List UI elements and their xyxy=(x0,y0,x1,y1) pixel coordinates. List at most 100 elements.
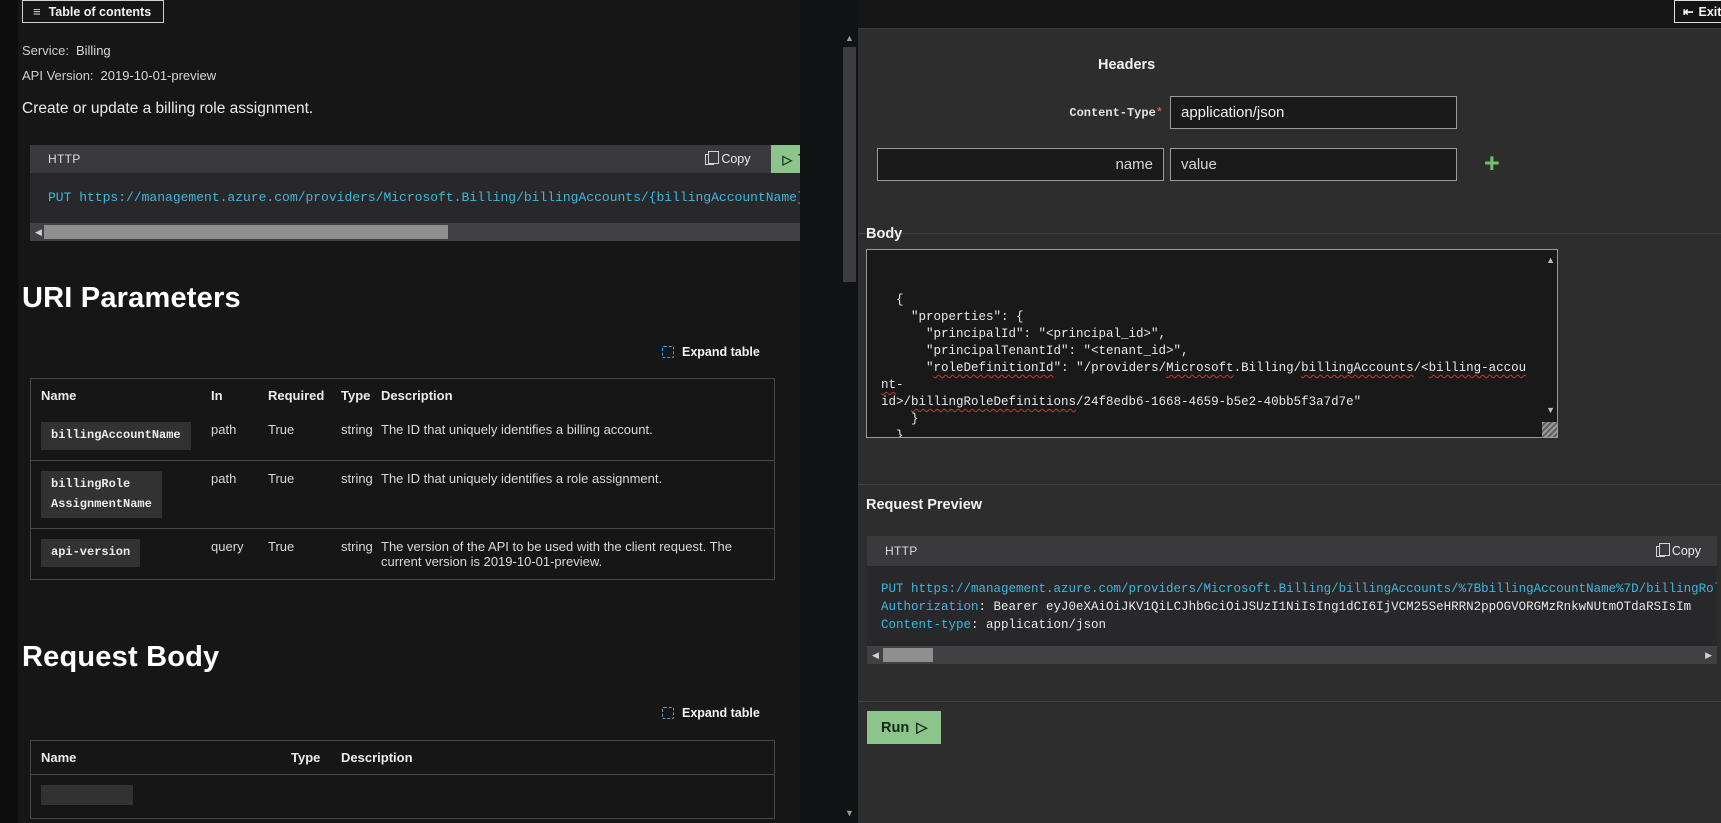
exit-focus-label: Exit focus mode xyxy=(1698,5,1721,19)
play-outline-icon: ▷ xyxy=(916,720,927,736)
section-divider xyxy=(858,701,1721,702)
copy-button-label: Copy xyxy=(1672,544,1701,558)
service-line: Service: Billing xyxy=(22,43,111,58)
scroll-up-icon[interactable]: ▲ xyxy=(1546,255,1555,265)
scroll-left-icon[interactable]: ◀ xyxy=(35,226,42,238)
request-body-editor[interactable]: { "properties": { "principalId": "<princ… xyxy=(866,249,1558,438)
request-preview-code: PUT https://management.azure.com/provide… xyxy=(867,566,1717,646)
table-cell: query xyxy=(201,529,258,579)
request-preview-heading: Request Preview xyxy=(866,497,982,513)
table-cell: True xyxy=(258,412,331,460)
expand-table-icon xyxy=(662,707,674,719)
expand-table-icon xyxy=(662,346,674,358)
expand-table-link-body[interactable]: Expand table xyxy=(662,706,760,720)
header-value-input[interactable] xyxy=(1170,148,1457,181)
codeblock-horizontal-scrollbar[interactable]: ◀ ▶ xyxy=(30,223,850,241)
required-asterisk: * xyxy=(1156,106,1163,120)
try-panel-scrollbar-thumb[interactable] xyxy=(843,47,856,282)
header-name-input[interactable] xyxy=(877,148,1164,181)
copy-button-label: Copy xyxy=(721,152,750,166)
return-arrow-icon: ⇤ xyxy=(1683,4,1693,19)
request-body-heading: Request Body xyxy=(22,641,219,674)
table-cell: The ID that uniquely identifies a billin… xyxy=(371,412,774,460)
request-url-code: PUT https://management.azure.com/provide… xyxy=(30,173,850,223)
param-name-chip xyxy=(41,785,133,805)
api-version-line: API Version: 2019-10-01-preview xyxy=(22,68,216,83)
table-cell: path xyxy=(201,412,258,460)
resize-grip[interactable] xyxy=(1542,422,1557,437)
table-cell: True xyxy=(258,461,331,529)
table-header-row: NameTypeDescription xyxy=(31,741,774,774)
api-version-value: 2019-10-01-preview xyxy=(101,68,217,83)
request-preview-codeblock: HTTP Copy PUT https://management.azure.c… xyxy=(867,536,1717,664)
add-header-button[interactable]: + xyxy=(1478,149,1506,177)
scroll-right-icon[interactable]: ▶ xyxy=(1705,649,1712,661)
column-header: Description xyxy=(371,379,774,412)
request-url-codeblock: HTTP Copy ▷ Try It PUT https://managemen… xyxy=(30,145,850,241)
codeblock-toolbar: HTTP Copy ▷ Try It xyxy=(30,145,850,173)
table-header-row: NameInRequiredTypeDescription xyxy=(31,379,774,412)
hamburger-icon: ≡ xyxy=(33,5,41,18)
param-name-chip: billingAccountName xyxy=(41,422,191,450)
table-row: billingAccountName pathTruestringThe ID t… xyxy=(31,412,774,460)
column-header: In xyxy=(201,379,258,412)
column-header: Required xyxy=(258,379,331,412)
copy-icon xyxy=(1656,546,1665,557)
exit-focus-mode-button[interactable]: ⇤ Exit focus mode xyxy=(1674,0,1721,23)
content-type-label: Content-Type* xyxy=(953,106,1163,120)
column-header: Type xyxy=(331,379,371,412)
expand-table-link-uri[interactable]: Expand table xyxy=(662,345,760,359)
table-row xyxy=(31,774,774,818)
preview-code-line: Authorization: Bearer eyJ0eXAiOiJKV1QiLC… xyxy=(881,598,1717,616)
param-name-chip: billingRole AssignmentName xyxy=(41,471,162,519)
run-button-label: Run xyxy=(881,720,909,736)
request-body-table: NameTypeDescription xyxy=(30,740,775,819)
scrollbar-thumb[interactable] xyxy=(883,648,933,662)
scroll-down-icon[interactable]: ▼ xyxy=(845,808,854,818)
table-cell: The ID that uniquely identifies a role a… xyxy=(371,461,774,529)
codeblock-horizontal-scrollbar[interactable]: ◀ ▶ xyxy=(867,646,1717,664)
body-editor-content: { "properties": { "principalId": "<princ… xyxy=(881,258,1531,438)
api-version-label: API Version: xyxy=(22,68,94,83)
table-cell: string xyxy=(331,461,371,529)
run-button[interactable]: Run ▷ xyxy=(867,711,941,744)
preview-code-line: PUT https://management.azure.com/provide… xyxy=(881,580,1717,598)
page-title: Create or update a billing role assignme… xyxy=(22,100,313,118)
toc-button-label: Table of contents xyxy=(49,5,152,19)
expand-table-label: Expand table xyxy=(682,706,760,720)
table-of-contents-button[interactable]: ≡ Table of contents xyxy=(22,0,164,23)
table-cell: string xyxy=(331,412,371,460)
play-outline-icon: ▷ xyxy=(783,152,793,167)
scroll-left-icon[interactable]: ◀ xyxy=(872,649,879,661)
service-value: Billing xyxy=(76,43,111,58)
uri-parameters-table: NameInRequiredTypeDescription billingAcc… xyxy=(30,378,775,580)
copy-button[interactable]: Copy xyxy=(699,151,756,167)
table-row: api-version queryTruestringThe version of… xyxy=(31,528,774,579)
scrollbar-thumb[interactable] xyxy=(44,225,448,239)
preview-code-line: Content-type: application/json xyxy=(881,616,1717,634)
body-section-heading: Body xyxy=(866,226,902,242)
expand-table-label: Expand table xyxy=(682,345,760,359)
column-header: Type xyxy=(281,741,331,774)
headers-section-heading: Headers xyxy=(1098,57,1155,73)
column-header: Name xyxy=(31,379,201,412)
codeblock-toolbar: HTTP Copy xyxy=(867,536,1717,566)
copy-button[interactable]: Copy xyxy=(1650,543,1707,559)
column-header: Name xyxy=(31,741,281,774)
uri-parameters-heading: URI Parameters xyxy=(22,282,241,315)
section-divider xyxy=(858,233,1721,234)
content-type-input[interactable] xyxy=(1170,96,1457,129)
request-url-text: PUT https://management.azure.com/provide… xyxy=(48,189,850,207)
param-name-chip: api-version xyxy=(41,539,140,567)
table-cell: True xyxy=(258,529,331,579)
collapsed-nav-rail xyxy=(0,0,18,823)
scroll-down-icon[interactable]: ▼ xyxy=(1546,405,1555,415)
scroll-up-icon[interactable]: ▲ xyxy=(845,33,854,43)
service-label: Service: xyxy=(22,43,69,58)
table-cell: string xyxy=(331,529,371,579)
table-cell: The version of the API to be used with t… xyxy=(371,529,774,579)
try-it-panel: Headers Content-Type* + Body { "properti… xyxy=(858,28,1721,823)
codeblock-language-label: HTTP xyxy=(885,544,918,558)
section-divider xyxy=(858,484,1721,485)
api-docs-try-it-page: ≡ Table of contents Service: Billing API … xyxy=(0,0,1721,823)
